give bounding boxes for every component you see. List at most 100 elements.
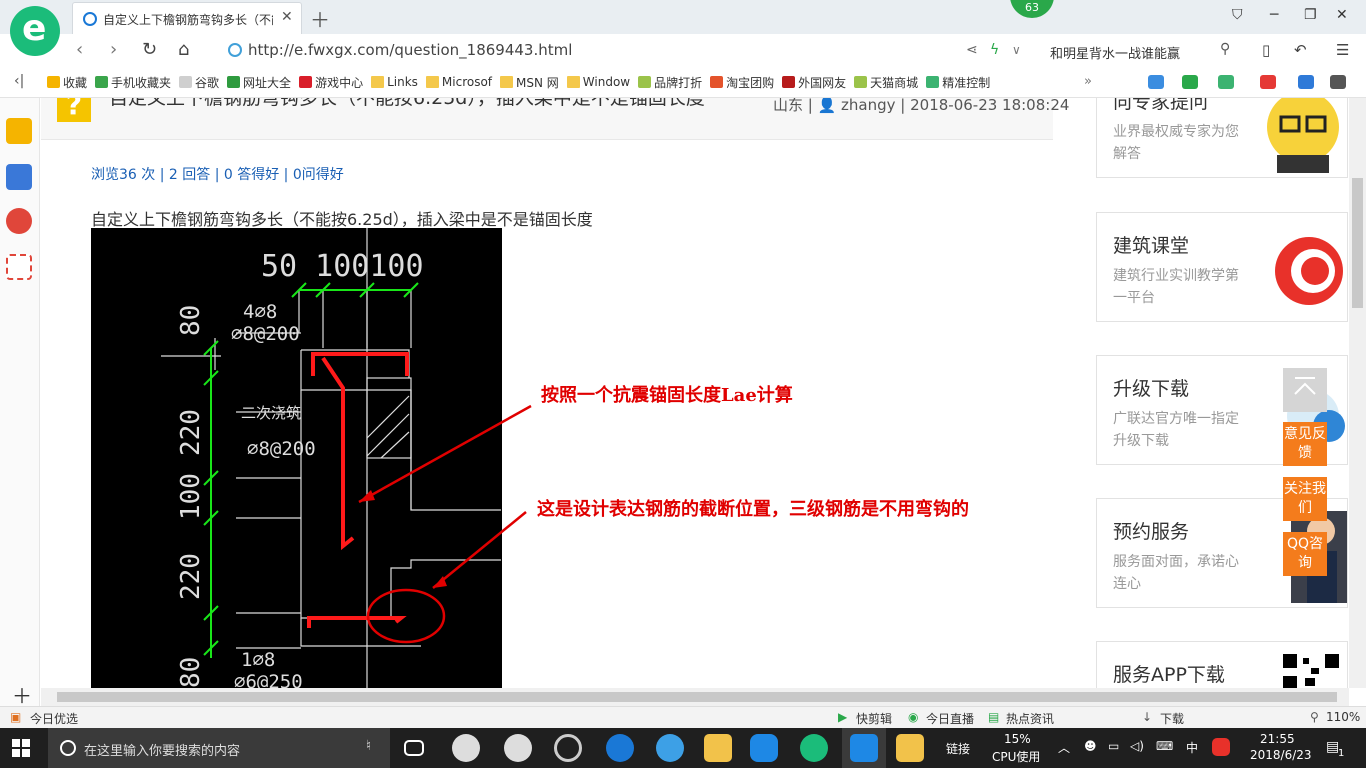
status-item-download[interactable]: 下载 xyxy=(1160,710,1184,727)
taskbar-links-label[interactable]: 链接 xyxy=(946,740,970,757)
bookmark-item[interactable]: 天猫商城 xyxy=(851,66,923,98)
search-box[interactable]: 和明星背水一战谁能赢 ⚲ xyxy=(1040,37,1240,63)
shield-icon[interactable] xyxy=(1182,75,1198,89)
magnifier-icon[interactable] xyxy=(1298,75,1314,89)
clock-time[interactable]: 21:55 xyxy=(1260,732,1295,746)
sidebar-toggle-icon[interactable]: ‹| xyxy=(14,73,24,89)
back-button[interactable]: ‹ xyxy=(76,39,83,60)
search-suggestion[interactable]: 和明星背水一战谁能赢 xyxy=(1050,43,1180,62)
address-bar[interactable]: http://e.fwxgx.com/question_1869443.html xyxy=(220,37,1000,63)
add-sidebar-button[interactable]: ＋ xyxy=(12,680,32,709)
chevron-down-icon[interactable]: ∨ xyxy=(1012,43,1021,57)
maximize-button[interactable]: ❐ xyxy=(1304,7,1317,23)
ip-icon[interactable] xyxy=(1148,75,1164,89)
bookmark-label: Window xyxy=(582,75,631,89)
shirt-icon[interactable]: ⛉ xyxy=(1232,7,1243,23)
bookmark-item[interactable]: 网址大全 xyxy=(224,66,296,98)
status-item-clip[interactable]: 快剪辑 xyxy=(856,710,892,727)
today-picks-link[interactable]: 今日优选 xyxy=(30,710,78,727)
reader-icon[interactable] xyxy=(6,164,32,190)
refresh-button[interactable]: ↻ xyxy=(142,39,157,60)
bookmark-item[interactable]: MSN 网 xyxy=(497,66,564,98)
browser-tab[interactable]: 自定义上下檐钢筋弯钩多长（不能 ✕ xyxy=(72,2,302,34)
browser-logo[interactable] xyxy=(10,6,60,56)
g-app-icon[interactable] xyxy=(750,734,778,762)
browser-alt-icon[interactable] xyxy=(554,734,582,762)
minimize-button[interactable]: ─ xyxy=(1270,7,1278,23)
file-explorer-icon[interactable] xyxy=(704,734,732,762)
bookmark-item[interactable]: 手机收藏夹 xyxy=(92,66,176,98)
home-button[interactable]: ⌂ xyxy=(178,39,189,60)
bookmark-item[interactable]: 淘宝团购 xyxy=(707,66,779,98)
new-tab-button[interactable]: ＋ xyxy=(310,4,330,33)
ad-ask-expert[interactable]: 向专家提问 业界最权威专家为您解答 xyxy=(1096,98,1348,178)
follow-us-button[interactable]: 关注我们 xyxy=(1283,477,1327,521)
scrollbar-thumb[interactable] xyxy=(57,692,1337,702)
ie-icon[interactable] xyxy=(606,734,634,762)
lightning-icon[interactable]: ϟ xyxy=(990,42,999,58)
status-item-news[interactable]: 热点资讯 xyxy=(1006,710,1054,727)
bookmark-label: 淘宝团购 xyxy=(726,75,775,90)
fan-app-icon[interactable] xyxy=(452,734,480,762)
taskbar-search[interactable]: 在这里输入你要搜索的内容 ♮ xyxy=(48,728,390,768)
weibo-icon[interactable] xyxy=(6,208,32,234)
bookmark-item[interactable]: 收藏 xyxy=(44,66,92,98)
sogou-icon[interactable] xyxy=(1212,738,1230,756)
bookmarks-more-button[interactable]: » xyxy=(1084,74,1092,89)
tab-close-icon[interactable]: ✕ xyxy=(281,9,293,25)
close-window-button[interactable]: ✕ xyxy=(1336,7,1348,23)
horizontal-scrollbar[interactable] xyxy=(41,688,1349,706)
gift-icon[interactable]: ▣ xyxy=(10,710,21,724)
scissors-icon[interactable] xyxy=(1260,75,1276,89)
bookmark-item[interactable]: 游戏中心 xyxy=(296,66,368,98)
notes-app-icon[interactable] xyxy=(896,734,924,762)
keyboard-icon[interactable]: ⌨ xyxy=(1156,739,1173,753)
ie-blue-icon[interactable] xyxy=(656,734,684,762)
notification-badge[interactable]: 63 xyxy=(1010,0,1054,18)
drawing-note: 二次浇筑 xyxy=(241,404,301,422)
microphone-icon[interactable]: ♮ xyxy=(366,738,371,754)
360-browser-icon[interactable] xyxy=(800,734,828,762)
url-text[interactable]: http://e.fwxgx.com/question_1869443.html xyxy=(248,41,572,59)
back-to-top-button[interactable] xyxy=(1283,368,1327,412)
ime-indicator[interactable]: 中 xyxy=(1186,739,1198,756)
bookmark-item[interactable]: 外国网友 xyxy=(779,66,851,98)
windows-start-icon[interactable] xyxy=(12,739,30,757)
task-view-icon[interactable] xyxy=(404,740,424,756)
search-icon[interactable]: ⚲ xyxy=(1220,41,1230,57)
folder-icon xyxy=(425,76,439,88)
user-tray-icon[interactable]: ☻ xyxy=(1084,739,1097,753)
network-icon[interactable]: ▭ xyxy=(1108,739,1119,753)
feedback-button[interactable]: 意见反馈 xyxy=(1283,422,1327,466)
question-body: 自定义上下檐钢筋弯钩多长（不能按6.25d），插入梁中是不是锚固长度 xyxy=(91,210,593,229)
scrollbar-thumb[interactable] xyxy=(1352,178,1363,308)
tray-chevron-icon[interactable]: ︿ xyxy=(1058,739,1070,756)
undo-icon[interactable]: ↶ xyxy=(1294,41,1307,59)
mail-icon[interactable] xyxy=(6,254,32,280)
share-icon[interactable]: ⋖ xyxy=(966,42,978,58)
status-item-live[interactable]: 今日直播 xyxy=(926,710,974,727)
bookmark-item[interactable]: 谷歌 xyxy=(176,66,224,98)
bookmark-item[interactable]: Links xyxy=(368,66,423,98)
grid-icon[interactable] xyxy=(1330,75,1346,89)
chat-app-icon[interactable] xyxy=(850,734,878,762)
taskbar-search-placeholder[interactable]: 在这里输入你要搜索的内容 xyxy=(84,740,240,759)
menu-icon[interactable]: ☰ xyxy=(1336,41,1349,59)
ad-app-download[interactable]: 服务APP下载 xyxy=(1096,641,1348,688)
favorites-star-icon[interactable] xyxy=(6,118,32,144)
forward-button[interactable]: › xyxy=(110,39,117,60)
qq-consult-button[interactable]: QQ咨询 xyxy=(1283,532,1327,576)
bookmark-item[interactable]: 品牌打折 xyxy=(635,66,707,98)
question-stats[interactable]: 浏览36 次 | 2 回答 | 0 答得好 | 0问得好 xyxy=(91,164,344,184)
phone-icon[interactable]: ▯ xyxy=(1262,41,1270,59)
bookmark-item[interactable]: Microsof xyxy=(423,66,497,98)
edge-icon[interactable] xyxy=(504,734,532,762)
bookmark-item[interactable]: Window xyxy=(564,66,635,98)
plus-app-icon[interactable] xyxy=(1218,75,1234,89)
clock-date[interactable]: 2018/6/23 xyxy=(1250,748,1312,762)
zoom-level[interactable]: 110% xyxy=(1326,710,1360,724)
vertical-scrollbar[interactable] xyxy=(1349,98,1366,688)
volume-icon[interactable]: ◁) xyxy=(1130,739,1144,753)
ad-building-class[interactable]: 建筑课堂 建筑行业实训教学第一平台 xyxy=(1096,212,1348,322)
bookmark-item[interactable]: 精准控制 xyxy=(923,66,995,98)
